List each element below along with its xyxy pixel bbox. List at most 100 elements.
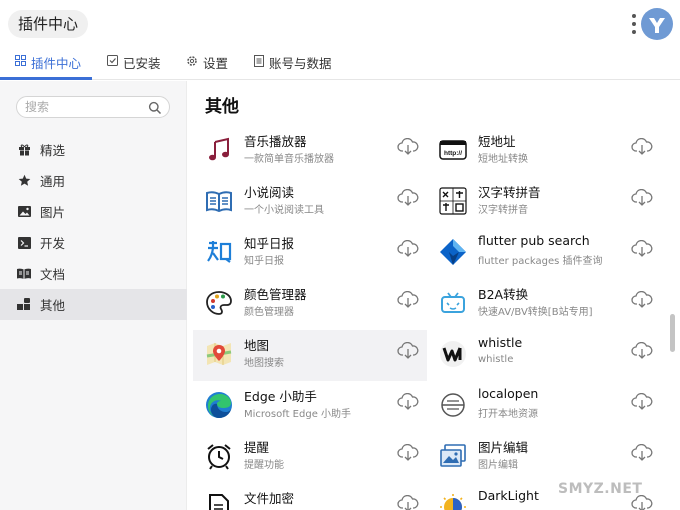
- plugin-desc: 汉字转拼音: [478, 205, 528, 216]
- music-note-icon: [204, 135, 234, 165]
- app-logo[interactable]: [641, 8, 673, 40]
- search-icon[interactable]: [148, 100, 162, 115]
- plugin-name: flutter pub search: [478, 233, 590, 248]
- cloud-download-icon[interactable]: [631, 188, 653, 207]
- zhihu-icon: [204, 237, 234, 267]
- plugin-card[interactable]: whistle whistle: [427, 330, 661, 381]
- cloud-download-icon[interactable]: [631, 341, 653, 360]
- sidebar-item-other[interactable]: 其他: [0, 289, 187, 320]
- plugin-card[interactable]: 图片编辑 图片编辑: [427, 432, 661, 483]
- plugin-name: Edge 小助手: [244, 389, 317, 404]
- sidebar-item-label: 通用: [40, 174, 66, 189]
- plugin-desc: 一款简单音乐播放器: [244, 154, 334, 165]
- sidebar-item-featured[interactable]: 精选: [0, 134, 187, 165]
- plugin-name: 知乎日报: [244, 236, 295, 251]
- plugin-list-area: 其他 音乐播放器 一款简单音乐播放器 http:// 短地址 短地址转换 小说阅…: [188, 81, 668, 510]
- hanzi-pinyin-icon: [438, 186, 468, 216]
- cloud-download-icon[interactable]: [631, 392, 653, 411]
- cloud-download-icon[interactable]: [397, 290, 419, 309]
- map-icon: [204, 339, 234, 369]
- cloud-download-icon[interactable]: [631, 494, 653, 510]
- plugin-card[interactable]: 小说阅读 一个小说阅读工具: [193, 177, 427, 228]
- plugin-desc: 知乎日报: [244, 256, 284, 267]
- plugin-name: B2A转换: [478, 287, 529, 302]
- cloud-download-icon[interactable]: [631, 290, 653, 309]
- tab-label: 设置: [203, 55, 229, 71]
- http-link-icon: http://: [438, 135, 468, 165]
- tab-settings[interactable]: 设置: [186, 44, 228, 80]
- sidebar-item-docs[interactable]: 文档: [0, 258, 187, 289]
- plugin-desc: 快速AV/BV转换[B站专用]: [478, 307, 593, 318]
- cloud-download-icon[interactable]: [397, 443, 419, 462]
- plugin-desc: 短地址转换: [478, 154, 528, 165]
- more-vertical-icon[interactable]: [631, 14, 637, 34]
- sidebar-item-label: 其他: [40, 298, 66, 313]
- tab-account-data[interactable]: 账号与数据: [254, 44, 332, 80]
- sidebar-item-label: 开发: [40, 236, 66, 251]
- plugin-desc: flutter packages 插件查询: [478, 256, 603, 267]
- tab-bar: 插件中心 已安装 设置 账号与数据: [0, 44, 680, 80]
- plugin-card[interactable]: http:// 短地址 短地址转换: [427, 126, 661, 177]
- plugin-card[interactable]: 文件加密: [193, 483, 427, 510]
- shapes-icon: [17, 298, 31, 312]
- cloud-download-icon[interactable]: [631, 443, 653, 462]
- plugin-card[interactable]: localopen 打开本地资源: [427, 381, 661, 432]
- plugin-desc: 提醒功能: [244, 460, 284, 471]
- edge-icon: [204, 390, 234, 420]
- open-book-icon: [204, 186, 234, 216]
- cloud-download-icon[interactable]: [397, 341, 419, 360]
- plugin-name: 短地址: [478, 134, 516, 149]
- cloud-download-icon[interactable]: [397, 137, 419, 156]
- plugin-card[interactable]: B2A转换 快速AV/BV转换[B站专用]: [427, 279, 661, 330]
- check-square-icon: [107, 55, 118, 69]
- plugin-card[interactable]: flutter pub search flutter packages 插件查询: [427, 228, 661, 279]
- cloud-download-icon[interactable]: [631, 239, 653, 258]
- bilibili-tv-icon: [438, 288, 468, 318]
- plugin-name: 图片编辑: [478, 440, 529, 455]
- cloud-download-icon[interactable]: [397, 239, 419, 258]
- plugin-desc: 一个小说阅读工具: [244, 205, 324, 216]
- plugin-card[interactable]: 汉字转拼音 汉字转拼音: [427, 177, 661, 228]
- sidebar-item-develop[interactable]: 开发: [0, 227, 187, 258]
- plugin-card[interactable]: 颜色管理器 颜色管理器: [193, 279, 427, 330]
- plugin-card[interactable]: 提醒 提醒功能: [193, 432, 427, 483]
- watermark: SMYZ.NET: [558, 481, 643, 497]
- image-icon: [17, 205, 31, 219]
- plugin-name: 文件加密: [244, 491, 295, 506]
- sidebar-item-general[interactable]: 通用: [0, 165, 187, 196]
- image-edit-icon: [438, 441, 468, 471]
- terminal-icon: [17, 236, 31, 250]
- plugin-card[interactable]: 知乎日报 知乎日报: [193, 228, 427, 279]
- plugin-name: 颜色管理器: [244, 287, 307, 302]
- plugin-desc: 图片编辑: [478, 460, 518, 471]
- tab-label: 已安装: [123, 55, 161, 71]
- plugin-name: 提醒: [244, 440, 270, 455]
- sidebar-item-images[interactable]: 图片: [0, 196, 187, 227]
- tab-installed[interactable]: 已安装: [107, 44, 161, 80]
- cloud-download-icon[interactable]: [631, 137, 653, 156]
- plugin-name: 音乐播放器: [244, 134, 307, 149]
- scrollbar-thumb[interactable]: [670, 314, 675, 352]
- alarm-clock-icon: [204, 441, 234, 471]
- plugin-card[interactable]: 音乐播放器 一款简单音乐播放器: [193, 126, 427, 177]
- grid-icon: [15, 55, 26, 69]
- plugin-card[interactable]: 地图 地图搜索: [193, 330, 427, 381]
- plugin-name: DarkLight: [478, 488, 539, 503]
- cloud-download-icon[interactable]: [397, 188, 419, 207]
- section-title: 其他: [205, 97, 239, 117]
- plugin-card[interactable]: Edge 小助手 Microsoft Edge 小助手: [193, 381, 427, 432]
- plugin-desc: 颜色管理器: [244, 307, 294, 318]
- document-icon: [254, 54, 264, 70]
- star-icon: [17, 174, 31, 188]
- active-tab-indicator: [0, 77, 92, 80]
- search-input[interactable]: [25, 99, 145, 115]
- tab-label: 账号与数据: [269, 55, 332, 71]
- tab-plugin-center[interactable]: 插件中心: [15, 44, 81, 80]
- book-icon: [17, 267, 31, 281]
- title-bar: 插件中心: [0, 0, 680, 44]
- plugin-desc: whistle: [478, 354, 514, 365]
- app-title: 插件中心: [8, 10, 89, 38]
- darklight-icon: [438, 492, 468, 510]
- cloud-download-icon[interactable]: [397, 494, 419, 510]
- cloud-download-icon[interactable]: [397, 392, 419, 411]
